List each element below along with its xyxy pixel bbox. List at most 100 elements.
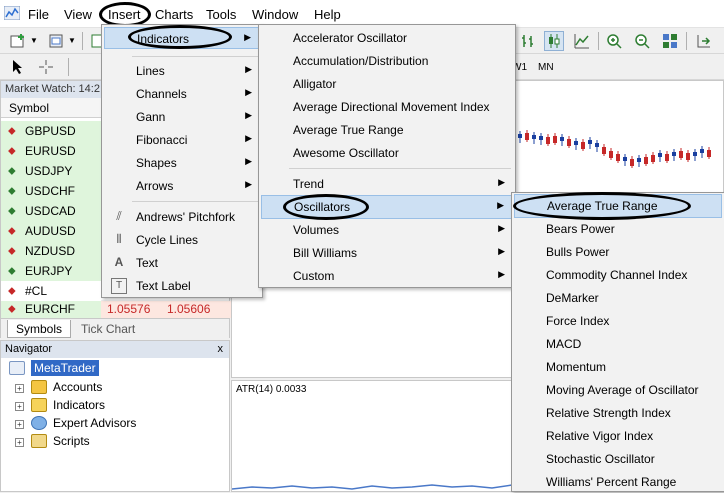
oscillator-rvi[interactable]: Relative Vigor Index	[514, 425, 722, 447]
menu-separator	[132, 201, 258, 202]
zoom-out-icon[interactable]	[632, 31, 652, 51]
down-arrow-icon: ⬥	[8, 303, 16, 315]
candle-body	[623, 157, 627, 161]
menu-charts[interactable]: Charts	[155, 7, 193, 22]
menu-item-label: Text Label	[136, 279, 191, 293]
menu-window[interactable]: Window	[252, 7, 298, 22]
menu-item-gann[interactable]: Gann ▶	[104, 106, 260, 128]
oscillator-cci[interactable]: Commodity Channel Index	[514, 264, 722, 286]
tab-symbols[interactable]: Symbols	[7, 320, 72, 338]
menu-item-cycle-lines[interactable]: ⦀ Cycle Lines	[104, 229, 260, 251]
menu-item-arrows[interactable]: Arrows ▶	[104, 175, 260, 197]
oscillator-osma[interactable]: Moving Average of Oscillator	[514, 379, 722, 401]
candle-body	[693, 152, 697, 156]
navigator-item-expert-advisors[interactable]: Expert Advisors	[31, 414, 136, 432]
oscillator-average-true-range[interactable]: Average True Range	[514, 194, 722, 218]
expand-icon[interactable]: +	[15, 438, 24, 447]
insert-menu: Indicators ▶ Lines ▶ Channels ▶ Gann ▶ F…	[101, 24, 263, 298]
expand-icon[interactable]: +	[15, 402, 24, 411]
navigator-item-indicators[interactable]: Indicators	[31, 396, 105, 414]
oscillator-bulls-power[interactable]: Bulls Power	[514, 241, 722, 263]
candle-body	[546, 137, 550, 144]
indicator-group-custom[interactable]: Custom ▶	[261, 265, 513, 287]
indicator-group-bill-williams[interactable]: Bill Williams ▶	[261, 242, 513, 264]
bar-chart-icon[interactable]	[518, 31, 538, 51]
navigator-item-label: Expert Advisors	[53, 416, 137, 430]
candle-body	[665, 154, 669, 161]
timeframe-mn[interactable]: MN	[538, 62, 554, 73]
menu-item-label: Force Index	[546, 314, 610, 328]
autoscroll-icon[interactable]	[694, 31, 714, 51]
candle-body	[581, 142, 585, 149]
down-arrow-icon: ⬥	[8, 145, 16, 157]
profiles-icon[interactable]	[46, 31, 66, 51]
indicator-awesome-oscillator[interactable]: Awesome Oscillator	[261, 142, 513, 164]
submenu-arrow-icon: ▶	[244, 32, 251, 42]
dropdown-arrow-icon[interactable]: ▼	[68, 36, 76, 45]
oscillator-stochastic[interactable]: Stochastic Oscillator	[514, 448, 722, 470]
indicator-group-trend[interactable]: Trend ▶	[261, 173, 513, 195]
menu-item-label: Gann	[136, 110, 166, 124]
navigator-item-scripts[interactable]: Scripts	[31, 432, 90, 450]
new-chart-icon[interactable]	[8, 31, 28, 51]
line-chart-icon[interactable]	[572, 31, 592, 51]
menu-file[interactable]: File	[28, 7, 49, 22]
oscillator-bears-power[interactable]: Bears Power	[514, 218, 722, 240]
metatrader-app-icon[interactable]	[4, 6, 20, 20]
candle-body	[588, 140, 592, 144]
menu-item-andrews-pitchfork[interactable]: ⫽ Andrews' Pitchfork	[104, 206, 260, 228]
tab-tick-chart[interactable]: Tick Chart	[73, 320, 143, 338]
indicator-group-volumes[interactable]: Volumes ▶	[261, 219, 513, 241]
oscillator-williams-percent-range[interactable]: Williams' Percent Range	[514, 471, 722, 493]
menu-item-text-label[interactable]: T Text Label	[104, 275, 260, 297]
menu-insert[interactable]: Insert	[108, 7, 141, 22]
submenu-arrow-icon: ▶	[245, 87, 252, 97]
pitchfork-icon: ⫽	[116, 209, 122, 223]
menu-item-label: Bill Williams	[293, 246, 357, 260]
expand-icon[interactable]: +	[15, 420, 24, 429]
menu-item-label: Awesome Oscillator	[293, 146, 399, 160]
menu-item-fibonacci[interactable]: Fibonacci ▶	[104, 129, 260, 151]
indicator-average-true-range[interactable]: Average True Range	[261, 119, 513, 141]
oscillator-force-index[interactable]: Force Index	[514, 310, 722, 332]
oscillator-demarker[interactable]: DeMarker	[514, 287, 722, 309]
oscillator-macd[interactable]: MACD	[514, 333, 722, 355]
metatrader-icon	[9, 361, 25, 375]
oscillator-momentum[interactable]: Momentum	[514, 356, 722, 378]
navigator-item-accounts[interactable]: Accounts	[31, 378, 102, 396]
indicator-accumulation-distribution[interactable]: Accumulation/Distribution	[261, 50, 513, 72]
submenu-arrow-icon: ▶	[245, 179, 252, 189]
indicator-group-oscillators[interactable]: Oscillators ▶	[261, 195, 513, 219]
navigator-root[interactable]: MetaTrader	[9, 359, 99, 377]
menu-item-shapes[interactable]: Shapes ▶	[104, 152, 260, 174]
submenu-arrow-icon: ▶	[245, 110, 252, 120]
close-icon[interactable]: x	[218, 343, 224, 355]
zoom-in-icon[interactable]	[604, 31, 624, 51]
tile-windows-icon[interactable]	[660, 31, 680, 51]
symbol-column-header[interactable]: Symbol	[9, 101, 49, 115]
menu-item-text[interactable]: A Text	[104, 252, 260, 274]
expand-icon[interactable]: +	[15, 384, 24, 393]
menu-item-channels[interactable]: Channels ▶	[104, 83, 260, 105]
candle-body	[616, 154, 620, 161]
indicator-alligator[interactable]: Alligator	[261, 73, 513, 95]
candle-body	[532, 135, 536, 139]
market-watch-row[interactable]: ⬥ EURCHF 1.05576 1.05606	[1, 301, 231, 318]
menu-item-indicators[interactable]: Indicators ▶	[104, 27, 260, 49]
crosshair-icon[interactable]	[36, 57, 56, 77]
indicator-accelerator-oscillator[interactable]: Accelerator Oscillator	[261, 27, 513, 49]
submenu-arrow-icon: ▶	[245, 133, 252, 143]
candlestick-chart-icon[interactable]	[544, 31, 564, 51]
menu-view[interactable]: View	[64, 7, 92, 22]
oscillator-rsi[interactable]: Relative Strength Index	[514, 402, 722, 424]
menu-tools[interactable]: Tools	[206, 7, 236, 22]
menu-separator	[289, 168, 511, 169]
down-arrow-icon: ⬥	[8, 285, 16, 297]
menu-item-lines[interactable]: Lines ▶	[104, 60, 260, 82]
menu-item-label: Cycle Lines	[136, 233, 199, 247]
dropdown-arrow-icon[interactable]: ▼	[30, 36, 38, 45]
cursor-icon[interactable]	[8, 57, 28, 77]
indicator-adx[interactable]: Average Directional Movement Index	[261, 96, 513, 118]
navigator-item-label: Indicators	[53, 398, 106, 412]
menu-help[interactable]: Help	[314, 7, 341, 22]
